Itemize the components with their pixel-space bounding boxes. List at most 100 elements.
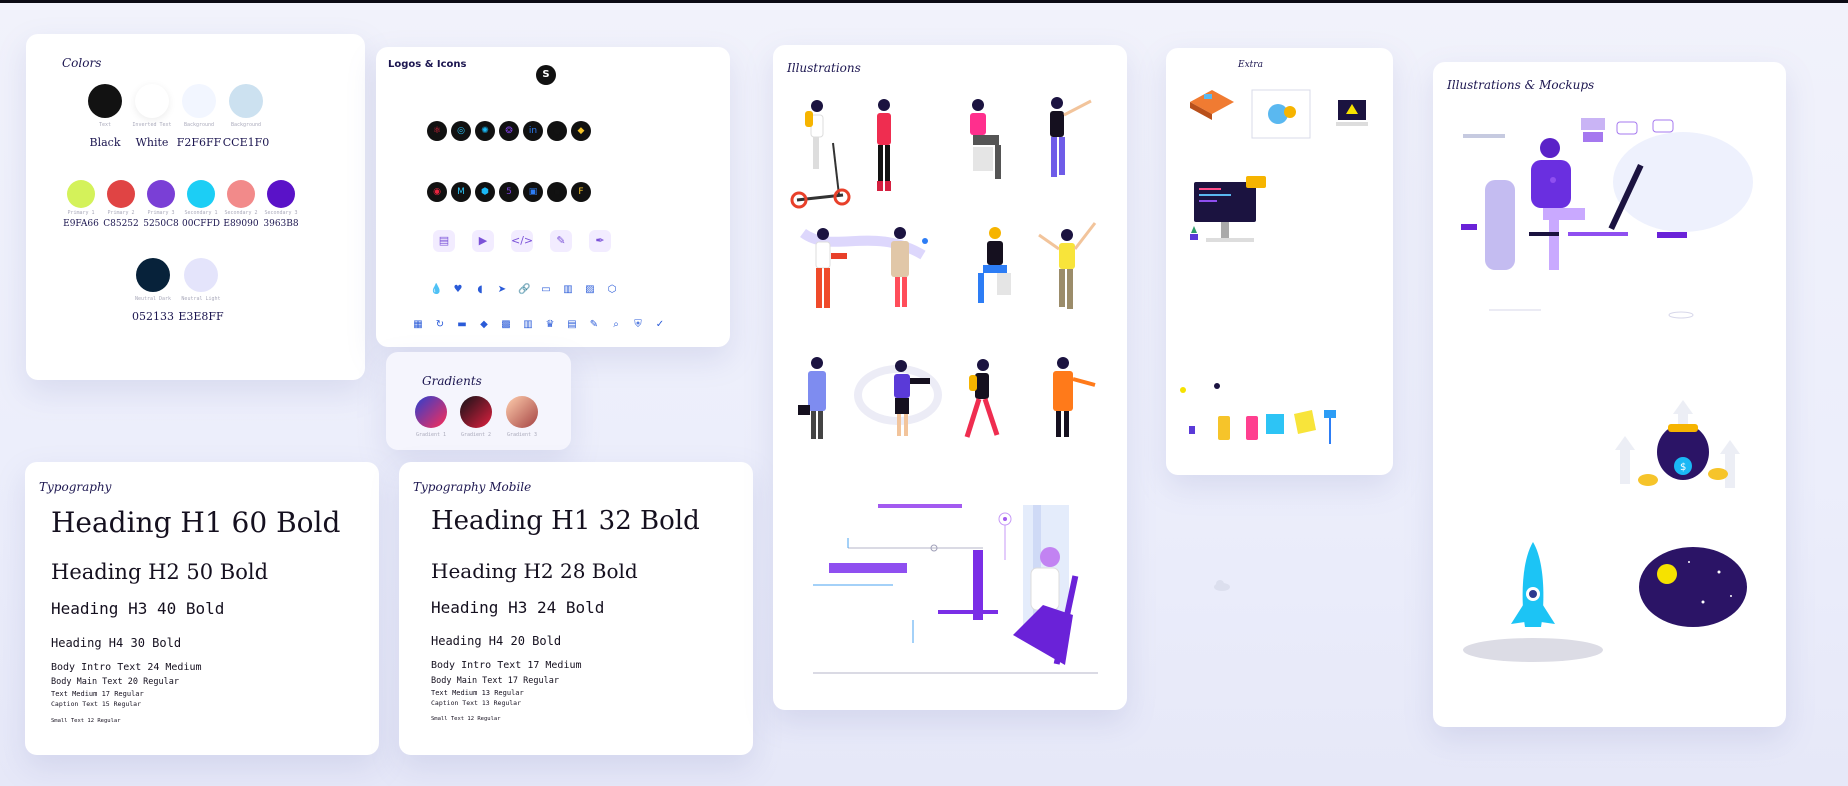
- top-border: [0, 0, 1848, 3]
- mockups-illustrations: $: [1461, 118, 1753, 662]
- video-icon: ▶: [472, 230, 494, 252]
- color-swatch-label: Background: [230, 122, 262, 128]
- color-swatch-e89090: [227, 180, 255, 208]
- extra-panel: Extra: [1166, 48, 1393, 475]
- man-sitting-block-figure: [978, 227, 1011, 303]
- colors-panel: Colors Text Black Inverted Text White Backgr…: [26, 34, 365, 380]
- document-icon: ▤: [567, 319, 577, 330]
- small-text-sample: Small Text 12 Regular: [51, 718, 121, 724]
- gradient-2-label: Gradient 2: [460, 432, 492, 438]
- mobile-text-medium-sample: Text Medium 13 Regular: [431, 689, 524, 697]
- card-icon: ▬: [457, 319, 467, 330]
- react-logo-icon: ⚛: [427, 121, 447, 141]
- man-orange-coat-figure: [1053, 357, 1096, 437]
- color-swatch-value: 00CFFD: [181, 219, 221, 229]
- color-swatch-value: 5250C8: [143, 219, 179, 229]
- shield-icon: ⛨: [634, 319, 642, 330]
- diamond-icon: ◆: [480, 319, 488, 330]
- color-swatch-052133: [136, 258, 170, 292]
- developer-desk-scene: [813, 504, 1098, 674]
- man-sitting-figure: [970, 99, 1001, 179]
- characters-illustration: [790, 97, 1098, 674]
- body-intro-sample: Body Intro Text 24 Medium: [51, 662, 202, 673]
- cloud-decoration: [1214, 580, 1230, 591]
- color-swatch-label: Text: [98, 122, 112, 128]
- man-briefcase-figure: [798, 357, 826, 439]
- instagram-logo-icon: ▣: [523, 182, 543, 202]
- gradient-3-swatch: [506, 396, 538, 428]
- space-planet-illustration: [1639, 547, 1747, 627]
- refresh-icon: ↻: [435, 319, 445, 330]
- mobile-caption-sample: Caption Text 13 Regular: [431, 699, 522, 707]
- color-swatch-c85252: [107, 180, 135, 208]
- heading-h4-sample: Heading H4 30 Bold: [51, 636, 182, 650]
- gallery-icon: ▨: [585, 284, 595, 295]
- body-main-sample: Body Main Text 20 Regular: [51, 677, 179, 687]
- python-logo-icon: ◆: [571, 121, 591, 141]
- color-swatch-value: E9FA66: [63, 219, 99, 229]
- html5-logo-icon: 5: [499, 182, 519, 202]
- logos-icons-panel: Logos & Icons S ⚛ ◎ ✺ ❂ in ● ◆ ◉ M ⬢ 5 ▣ ▪ F ▤ ▶ </> ✎ ✒ 💧 ♥…: [376, 47, 730, 347]
- typography-panel: Typography Heading H1 60 Bold Heading H2…: [25, 462, 379, 755]
- colors-panel-title: Colors: [62, 56, 102, 70]
- color-swatch-value: E3E8FF: [178, 310, 224, 323]
- developer-laptop-scene: [1461, 118, 1753, 319]
- text-medium-sample: Text Medium 17 Regular: [51, 690, 144, 698]
- color-swatch-value: CCE1F0: [222, 136, 270, 149]
- cube-icon: ⬡: [607, 284, 617, 295]
- layout-icon: ▦: [413, 319, 423, 330]
- figma-logo-icon: F: [571, 182, 591, 202]
- brand-s-icon: S: [536, 65, 556, 85]
- color-swatch-label: Secondary 3: [264, 210, 298, 216]
- color-swatch-e9fa66: [67, 180, 95, 208]
- react-native-logo-icon: ✺: [475, 121, 495, 141]
- github-logo-icon: ◉: [427, 182, 447, 202]
- color-swatch-5250c8: [147, 180, 175, 208]
- gradients-panel: Gradients Gradient 1 Gradient 2 Gradient…: [386, 352, 571, 450]
- typography-mobile-panel: Typography Mobile Heading H1 32 Bold Hea…: [399, 462, 753, 755]
- man-binoculars-figure: [854, 360, 942, 436]
- code-icon: </>: [511, 230, 533, 252]
- money-bag-illustration: $: [1615, 400, 1740, 488]
- woman-dancing-figure: [1038, 222, 1097, 309]
- heading-h2-sample: Heading H2 50 Bold: [51, 560, 269, 584]
- woman-walking-figure: [964, 359, 1000, 438]
- gradient-3-label: Gradient 3: [506, 432, 538, 438]
- node-logo-icon: ⬢: [475, 182, 495, 202]
- briefcase-icon: ▩: [501, 319, 511, 330]
- developer-monitor-illustration: [1190, 176, 1266, 242]
- color-swatch-label: Background: [183, 122, 215, 128]
- heart-icon: ♥: [453, 284, 463, 295]
- building-icon: ▥: [523, 319, 533, 330]
- color-swatch-value: E89090: [223, 219, 259, 229]
- svg-text:$: $: [1680, 462, 1686, 473]
- chat-bubble-icon: ◖: [477, 284, 483, 295]
- document-icon: ▤: [433, 230, 455, 252]
- redux-logo-icon: ❂: [499, 121, 519, 141]
- linkedin-logo-icon: in: [523, 121, 543, 141]
- mobile-body-intro-sample: Body Intro Text 17 Medium: [431, 660, 582, 671]
- color-swatch-f2f6ff: [182, 84, 216, 118]
- color-swatch-value: C85252: [103, 219, 139, 229]
- gradients-panel-title: Gradients: [422, 374, 482, 388]
- color-swatch-label: Neutral Dark: [134, 296, 172, 302]
- scooter-woman-figure: [790, 100, 851, 209]
- telegram-icon: ➤: [497, 284, 507, 295]
- illustrations-panel: Illustrations: [773, 45, 1127, 710]
- github-circle-icon: ●: [547, 121, 567, 141]
- typography-mobile-title: Typography Mobile: [413, 480, 532, 494]
- color-swatch-label: Neutral Light: [181, 296, 221, 302]
- chrome-logo-icon: ◎: [451, 121, 471, 141]
- presentation-illustration: [1336, 100, 1368, 126]
- gradient-1-label: Gradient 1: [415, 432, 447, 438]
- gmail-logo-icon: M: [451, 182, 471, 202]
- mobile-h4-sample: Heading H4 20 Bold: [431, 634, 562, 648]
- image-icon: ▭: [541, 284, 551, 295]
- color-swatch-value: 3963B8: [263, 219, 299, 229]
- woman-red-sweater-figure: [877, 99, 891, 191]
- npm-logo-icon: ▪: [547, 182, 567, 202]
- color-swatch-3963b8: [267, 180, 295, 208]
- color-swatch-00cffd: [187, 180, 215, 208]
- mobile-h2-sample: Heading H2 28 Bold: [431, 559, 638, 583]
- gradient-1-swatch: [415, 396, 447, 428]
